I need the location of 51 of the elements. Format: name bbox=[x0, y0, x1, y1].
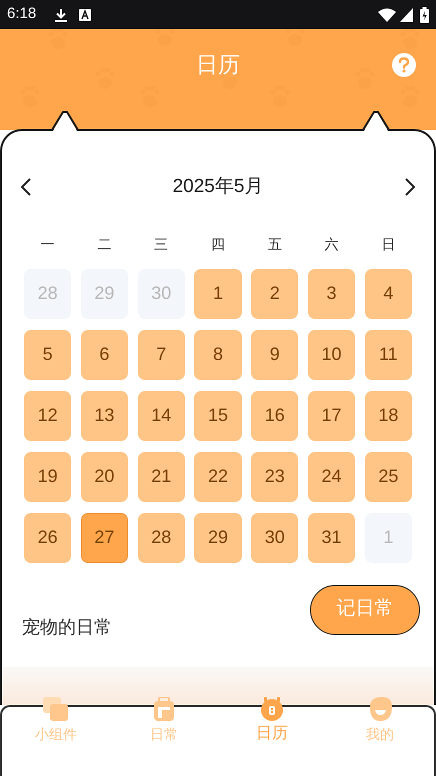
day-cell[interactable]: 24 bbox=[308, 452, 356, 502]
day-cell[interactable]: 6 bbox=[80, 330, 128, 380]
day-cell[interactable]: 20 bbox=[80, 452, 128, 502]
status-time: 6:18 bbox=[7, 4, 36, 24]
month-label: 2025年5月 bbox=[172, 175, 264, 199]
section-title: 宠物的日常 bbox=[22, 616, 112, 638]
day-cell[interactable]: 7 bbox=[138, 330, 185, 380]
day-cell[interactable]: 28 bbox=[138, 512, 185, 562]
weekday-label: 二 bbox=[96, 234, 112, 254]
day-cell[interactable]: 3 bbox=[308, 268, 356, 318]
day-cell[interactable]: 11 bbox=[364, 330, 412, 380]
weekday-label: 六 bbox=[324, 234, 340, 254]
weekday-label: 三 bbox=[153, 234, 170, 254]
day-cell[interactable]: 4 bbox=[364, 268, 412, 318]
day-cell[interactable]: 15 bbox=[194, 390, 242, 440]
day-cell[interactable]: 1 bbox=[194, 268, 242, 318]
download-icon bbox=[55, 8, 68, 22]
day-cell[interactable]: 12 bbox=[24, 390, 72, 440]
chevron-left-icon bbox=[21, 178, 31, 196]
day-cell[interactable]: 17 bbox=[308, 390, 356, 440]
help-icon bbox=[398, 57, 410, 73]
weekday-label: 日 bbox=[380, 234, 396, 254]
day-cell[interactable]: 27 bbox=[80, 512, 128, 562]
day-cell[interactable]: 9 bbox=[251, 330, 298, 380]
day-cell[interactable]: 30 bbox=[251, 512, 298, 562]
day-cell[interactable]: 22 bbox=[194, 452, 242, 502]
squares-icon bbox=[43, 697, 69, 721]
chevron-right-icon bbox=[405, 178, 415, 196]
day-cell[interactable]: 26 bbox=[24, 512, 72, 562]
signal-icon bbox=[400, 8, 413, 22]
day-cell[interactable]: 14 bbox=[138, 390, 185, 440]
day-cell[interactable]: 31 bbox=[308, 512, 356, 562]
day-cell[interactable]: 21 bbox=[138, 452, 185, 502]
day-cell[interactable]: 29 bbox=[194, 512, 242, 562]
day-cell[interactable]: 19 bbox=[24, 452, 72, 502]
day-cell[interactable]: 13 bbox=[80, 390, 128, 440]
day-cell[interactable]: 5 bbox=[24, 330, 72, 380]
keyboard-icon bbox=[79, 8, 92, 20]
day-cell[interactable]: 16 bbox=[251, 390, 298, 440]
battery-icon bbox=[420, 6, 429, 22]
day-cell[interactable]: 8 bbox=[194, 330, 242, 380]
weekday-label: 一 bbox=[40, 234, 56, 254]
wifi-icon bbox=[378, 8, 396, 22]
day-cell[interactable]: 2 bbox=[251, 268, 298, 318]
day-cell[interactable]: 10 bbox=[308, 330, 356, 380]
day-cell[interactable]: 25 bbox=[364, 452, 412, 502]
weekday-label: 五 bbox=[266, 234, 283, 254]
day-cell[interactable]: 23 bbox=[251, 452, 298, 502]
weekday-label: 四 bbox=[210, 234, 226, 254]
day-cell[interactable]: 18 bbox=[364, 390, 412, 440]
header-title: 日历 bbox=[196, 51, 240, 79]
